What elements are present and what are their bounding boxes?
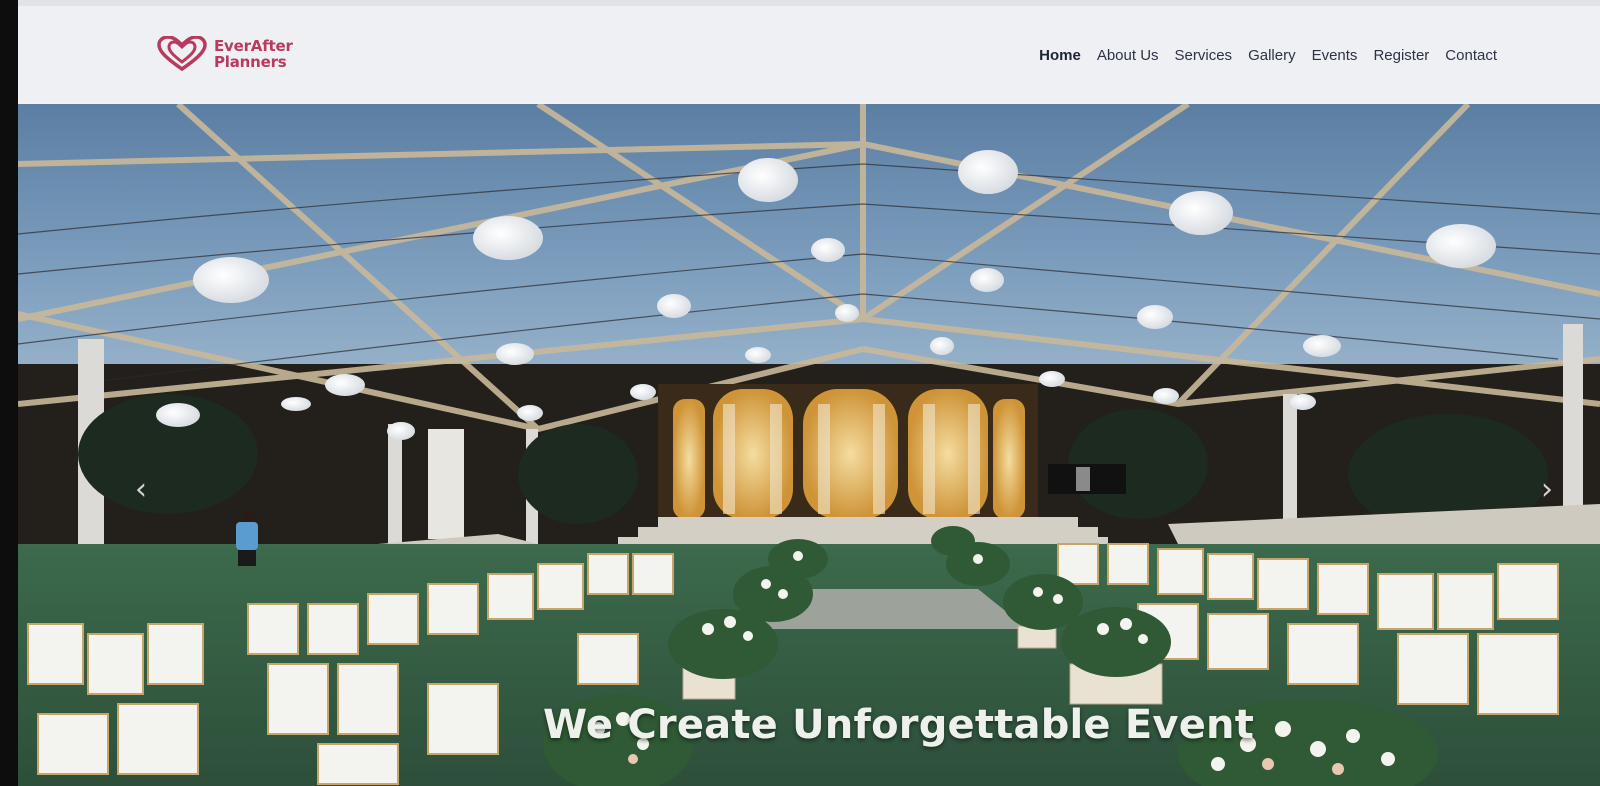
chevron-left-icon: ‹	[135, 471, 147, 507]
monitor-bezel	[0, 0, 18, 786]
main-nav: Home About Us Services Gallery Events Re…	[1031, 47, 1505, 64]
site-header: EverAfter Planners Home About Us Service…	[18, 6, 1600, 102]
nav-about-us[interactable]: About Us	[1089, 47, 1167, 64]
brand-name-line2: Planners	[214, 53, 287, 71]
carousel-next-button[interactable]: ›	[1532, 469, 1562, 509]
hero-image	[18, 104, 1600, 786]
nav-contact[interactable]: Contact	[1437, 47, 1505, 64]
nav-events[interactable]: Events	[1304, 47, 1366, 64]
nav-register[interactable]: Register	[1365, 47, 1437, 64]
brand-name-line1: EverAfter	[214, 37, 293, 55]
chevron-right-icon: ›	[1541, 471, 1553, 507]
carousel-prev-button[interactable]: ‹	[126, 469, 156, 509]
hero-carousel: ‹ › We Create Unforgettable Event	[18, 104, 1600, 786]
nav-gallery[interactable]: Gallery	[1240, 47, 1304, 64]
nav-services[interactable]: Services	[1167, 47, 1241, 64]
nav-home[interactable]: Home	[1031, 47, 1089, 64]
double-heart-icon	[157, 36, 207, 72]
browser-viewport: EverAfter Planners Home About Us Service…	[18, 0, 1600, 786]
hero-title: We Create Unforgettable Event	[543, 702, 1255, 748]
brand-logo[interactable]: EverAfter Planners	[156, 36, 293, 72]
